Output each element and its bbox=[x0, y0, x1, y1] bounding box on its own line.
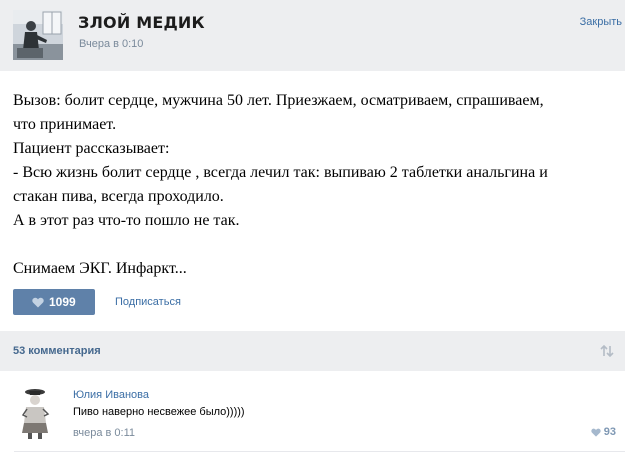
post-text-line: Снимаем ЭКГ. Инфаркт... bbox=[13, 260, 187, 277]
post-text-line: - Всю жизнь болит сердце , всегда лечил … bbox=[13, 164, 548, 181]
post-text-line: А в этот раз что-то пошло не так. bbox=[13, 212, 240, 229]
group-avatar[interactable] bbox=[13, 10, 63, 60]
comments-count[interactable]: 53 комментария bbox=[13, 345, 101, 357]
post-text: Вызов: болит сердце, мужчина 50 лет. При… bbox=[13, 89, 618, 281]
close-button[interactable]: Закрыть bbox=[580, 16, 622, 28]
group-avatar-image bbox=[13, 10, 63, 60]
comment-date[interactable]: вчера в 0:11 bbox=[73, 427, 135, 439]
post-text-line: стакан пива, всегда проходило. bbox=[13, 188, 224, 205]
comment-text: Пиво наверно несвежее было))))) bbox=[73, 406, 245, 418]
post-author[interactable]: ЗЛОЙ МЕДИК bbox=[78, 13, 205, 32]
sort-arrows-icon[interactable] bbox=[599, 343, 615, 359]
post-header: ЗЛОЙ МЕДИК Вчера в 0:10 Закрыть bbox=[0, 0, 625, 71]
post-text-line: что принимает. bbox=[13, 116, 117, 133]
heart-icon bbox=[32, 297, 44, 307]
heart-icon bbox=[591, 428, 601, 437]
like-count: 1099 bbox=[49, 295, 76, 309]
post-text-line: Вызов: болит сердце, мужчина 50 лет. При… bbox=[13, 92, 544, 109]
post-date[interactable]: Вчера в 0:10 bbox=[79, 38, 143, 50]
comments-header: 53 комментария bbox=[0, 331, 625, 371]
comment-item: Юлия Иванова Пиво наверно несвежее было)… bbox=[0, 371, 625, 452]
comment-like-count: 93 bbox=[603, 426, 616, 438]
like-button[interactable]: 1099 bbox=[13, 289, 95, 315]
comment-author[interactable]: Юлия Иванова bbox=[73, 389, 149, 401]
commenter-avatar[interactable] bbox=[15, 385, 60, 440]
post-text-line: Пациент рассказывает: bbox=[13, 140, 170, 157]
subscribe-button[interactable]: Подписаться bbox=[115, 296, 181, 308]
comment-like-button[interactable]: 93 bbox=[591, 426, 616, 438]
post-text-line bbox=[13, 233, 618, 257]
